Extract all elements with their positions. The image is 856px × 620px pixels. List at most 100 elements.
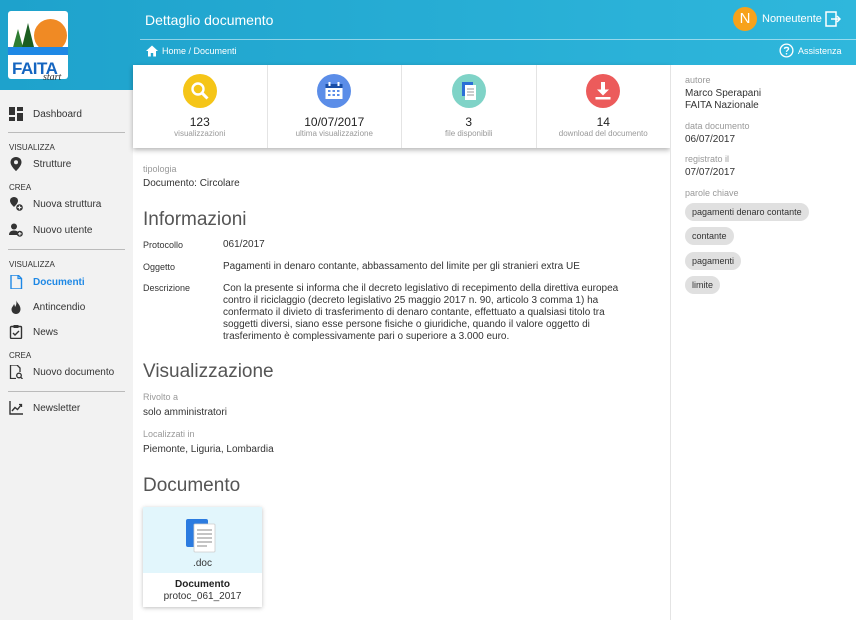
data-documento-value: 06/07/2017 — [685, 134, 736, 145]
stat-value: 14 — [596, 115, 610, 129]
dashboard-icon — [9, 107, 23, 121]
stat-circle — [451, 74, 486, 108]
trending-chart-icon — [9, 401, 23, 415]
oggetto-label: Oggetto — [143, 262, 176, 272]
section-title-visualizzazione: Visualizzazione — [143, 361, 274, 382]
document-card[interactable]: .doc Documento protoc_061_2017 — [143, 507, 262, 607]
logo-subtext: start — [43, 72, 62, 83]
download-icon — [595, 82, 611, 100]
sidebar-item-label: Nuovo documento — [33, 367, 115, 378]
sidebar-item-news[interactable]: News — [0, 323, 133, 343]
sidebar-divider — [8, 132, 125, 133]
stat-value: 3 — [465, 115, 473, 129]
descrizione-line: Con la presente si informa che il decret… — [223, 283, 619, 294]
map-pin-icon — [10, 157, 22, 171]
user-name[interactable]: Nomeutente — [762, 13, 822, 25]
add-user-icon — [9, 223, 23, 237]
sidebar-divider — [8, 249, 125, 250]
stat-label: ultima visualizzazione — [295, 129, 373, 138]
document-icon — [10, 275, 23, 289]
sidebar-item-strutture[interactable]: Strutture — [0, 155, 133, 175]
stat-last-view: 10/07/2017 ultima visualizzazione — [268, 65, 402, 148]
tipologia-label: tipologia — [143, 164, 177, 174]
tag-chip[interactable]: contante — [685, 227, 734, 245]
sidebar-item-label: Newsletter — [33, 403, 81, 414]
fire-icon — [11, 300, 21, 314]
sidebar-divider — [8, 391, 125, 392]
rivolto-value: solo amministratori — [143, 407, 227, 418]
main-content: 123 visualizzazioni 10/07/2017 ultima vi… — [133, 65, 670, 620]
sidebar-section-label: VISUALIZZA — [9, 260, 55, 269]
stat-value: 123 — [189, 115, 210, 129]
autore-label: autore — [685, 75, 711, 85]
document-card-title: Documento — [175, 579, 230, 590]
sidebar-section-label: CREA — [9, 183, 32, 192]
help-icon[interactable] — [779, 43, 794, 58]
stat-label: file disponibili — [444, 129, 493, 138]
descrizione-line: trasferimento è complessivamente pari o … — [223, 331, 510, 342]
registrato-label: registrato il — [685, 154, 730, 164]
autore-line: FAITA Nazionale — [685, 100, 759, 111]
autore-value: Marco Sperapani FAITA Nazionale — [685, 88, 761, 112]
sidebar-section-label: VISUALIZZA — [9, 143, 55, 152]
stat-value: 10/07/2017 — [304, 115, 365, 129]
rivolto-label: Rivolto a — [143, 392, 179, 402]
sidebar-item-label: Documenti — [33, 277, 85, 288]
add-location-icon — [10, 197, 23, 211]
localizzati-label: Localizzati in — [143, 429, 195, 439]
sidebar-item-label: News — [33, 327, 59, 338]
document-extension: .doc — [193, 558, 212, 569]
tag-chip[interactable]: pagamenti denaro contante — [685, 203, 809, 221]
registrato-value: 07/07/2017 — [685, 167, 736, 178]
sidebar-item-antincendio[interactable]: Antincendio — [0, 298, 133, 318]
descrizione-line: contro il riciclaggio (decreto legislati… — [223, 295, 599, 306]
stat-circle — [586, 74, 621, 108]
document-card-filename: protoc_061_2017 — [163, 591, 242, 602]
sidebar-item-nuovo-documento[interactable]: Nuovo documento — [0, 363, 133, 383]
stat-label: visualizzazioni — [174, 129, 226, 138]
logo-mark: FAITA — [8, 11, 68, 79]
logo-wave — [8, 47, 68, 55]
sidebar-item-label: Antincendio — [33, 302, 86, 313]
page-title: Dettaglio documento — [145, 12, 274, 28]
calendar-icon — [325, 82, 343, 99]
sidebar-item-label: Nuova struttura — [33, 199, 102, 210]
protocollo-value: 061/2017 — [223, 239, 265, 250]
stat-downloads: 14 download del documento — [537, 65, 671, 148]
logout-icon[interactable] — [825, 11, 841, 27]
stats-bar: 123 visualizzazioni 10/07/2017 ultima vi… — [133, 65, 670, 148]
descrizione-label: Descrizione — [143, 283, 191, 293]
section-title-informazioni: Informazioni — [143, 209, 247, 230]
oggetto-value: Pagamenti in denaro contante, abbassamen… — [223, 261, 580, 272]
sidebar: Dashboard VISUALIZZA Strutture CREA Nuov… — [0, 90, 133, 620]
stat-views: 123 visualizzazioni — [133, 65, 268, 148]
logo[interactable]: FAITA start — [0, 0, 133, 90]
sidebar-section-label: CREA — [9, 351, 32, 360]
stat-circle — [317, 74, 352, 108]
descrizione-value: Con la presente si informa che il decret… — [223, 283, 623, 343]
sidebar-item-nuova-struttura[interactable]: Nuova struttura — [0, 195, 133, 215]
help-link[interactable]: Assistenza — [798, 46, 842, 56]
localizzati-value: Piemonte, Liguria, Lombardia — [143, 444, 274, 455]
parole-chiave-label: parole chiave — [685, 188, 739, 198]
avatar[interactable]: N — [733, 7, 757, 31]
stat-files: 3 file disponibili — [402, 65, 537, 148]
files-icon — [461, 82, 476, 100]
sidebar-item-dashboard[interactable]: Dashboard — [0, 105, 133, 125]
document-card-preview: .doc — [143, 507, 262, 573]
doc-file-icon — [186, 519, 216, 553]
sidebar-item-documenti[interactable]: Documenti — [0, 273, 133, 293]
stat-label: download del documento — [558, 129, 648, 138]
sidebar-item-label: Nuovo utente — [33, 225, 93, 236]
tag-chip[interactable]: limite — [685, 276, 721, 294]
data-documento-label: data documento — [685, 121, 750, 131]
details-panel: autore Marco Sperapani FAITA Nazionale d… — [670, 65, 856, 620]
tag-chip[interactable]: pagamenti — [685, 252, 742, 270]
descrizione-line: confermato il divieto di trasferimento d… — [223, 307, 605, 318]
sidebar-item-newsletter[interactable]: Newsletter — [0, 399, 133, 419]
home-icon[interactable] — [146, 45, 158, 57]
search-icon — [191, 82, 209, 100]
document-search-icon — [9, 365, 23, 379]
sidebar-item-nuovo-utente[interactable]: Nuovo utente — [0, 221, 133, 241]
breadcrumb[interactable]: Home / Documenti — [162, 46, 237, 56]
